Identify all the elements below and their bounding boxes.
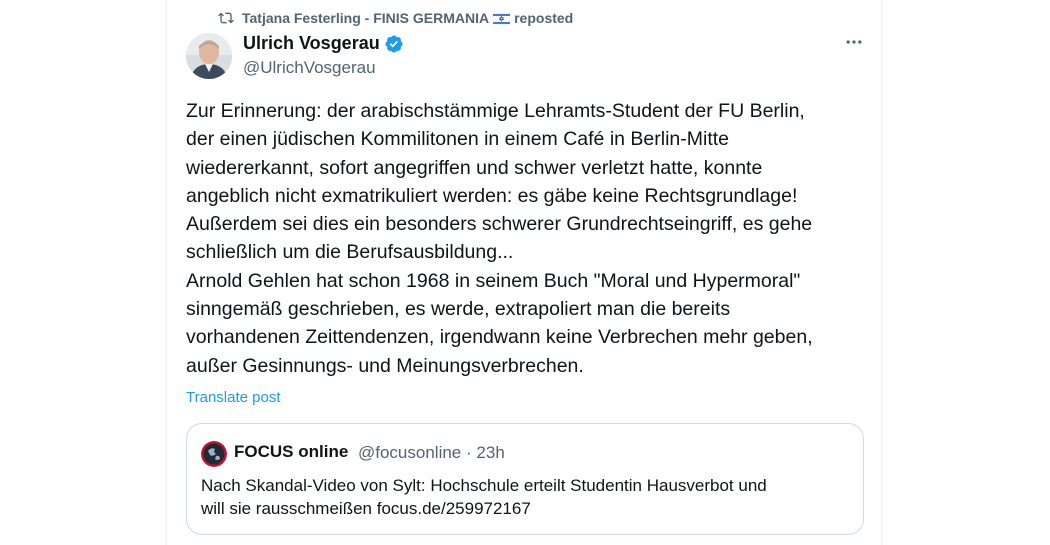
repost-context[interactable]: Tatjana Festerling - FINIS GERMANIA repo…	[218, 8, 573, 28]
author-name[interactable]: Ulrich Vosgerau	[243, 33, 404, 54]
post-text-line: sinngemäß geschrieben, es werde, extrapo…	[186, 298, 731, 321]
author-handle[interactable]: @UlrichVosgerau	[243, 58, 376, 78]
repost-author[interactable]: Tatjana Festerling - FINIS GERMANIA	[242, 10, 489, 26]
post-text-line: Arnold Gehlen hat schon 1968 in seinem B…	[186, 269, 801, 292]
more-options-button[interactable]	[842, 34, 866, 54]
quoted-author-handle[interactable]: @focusonline	[358, 443, 461, 462]
quoted-author-meta: @focusonline · 23h	[358, 443, 505, 463]
post-text-line: wiedererkannt, sofort angegriffen und sc…	[186, 156, 763, 179]
quoted-text-line: will sie rausschmeißen focus.de/25997216…	[201, 499, 531, 518]
post-text-line: außer Gesinnungs- und Meinungsverbrechen…	[186, 354, 584, 377]
translate-post-link[interactable]: Translate post	[186, 389, 281, 406]
quoted-author-name[interactable]: FOCUS online	[234, 442, 348, 462]
repost-icon	[218, 10, 234, 26]
post-text-line: Zur Erinnerung: der arabischstämmige Leh…	[186, 100, 805, 122]
post-text-line: schließlich um die Berufsausbildung...	[186, 241, 514, 264]
quoted-post-text: Nach Skandal-Video von Sylt: Hochschule …	[201, 474, 841, 520]
post-text-line: der einen jüdischen Kommilitonen in eine…	[186, 128, 730, 151]
post-text-line: angeblich nicht exmatrikuliert werden: e…	[186, 184, 798, 207]
quoted-post-card[interactable]: FOCUS online @focusonline · 23h Nach Ska…	[186, 423, 864, 535]
israel-flag-icon	[492, 12, 511, 26]
post-text-line: Außerdem sei dies ein besonders schwerer…	[186, 213, 813, 236]
post-text: Zur Erinnerung: der arabischstämmige Leh…	[186, 97, 866, 380]
more-dots-icon	[844, 32, 864, 57]
quoted-author-avatar[interactable]	[201, 441, 227, 467]
author-avatar[interactable]	[186, 33, 232, 79]
meta-separator: ·	[466, 443, 472, 462]
quoted-text-line: Nach Skandal-Video von Sylt: Hochschule …	[201, 476, 767, 495]
verified-badge-icon	[384, 34, 404, 54]
reposted-label: reposted	[514, 10, 574, 26]
quoted-post-time[interactable]: 23h	[476, 443, 504, 462]
post-text-line: vorhandenen Zeittendenzen, irgendwann ke…	[186, 326, 813, 349]
author-name-text[interactable]: Ulrich Vosgerau	[243, 33, 380, 54]
